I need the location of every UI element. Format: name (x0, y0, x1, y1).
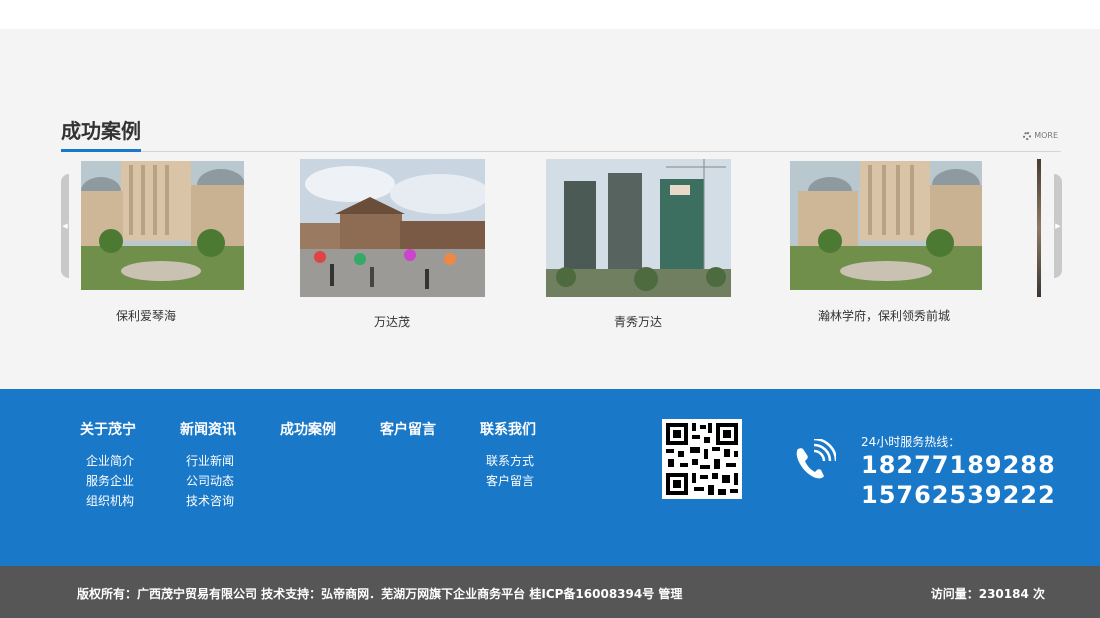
case-image-4 (790, 161, 982, 290)
copyright-text: 版权所有：广西茂宁贸易有限公司 技术支持：弘帝商网．芜湖万网旗下企业商务平台 桂… (77, 587, 683, 601)
case-caption-1: 保利爱琴海 (116, 309, 177, 323)
phone-icon (796, 439, 836, 479)
case-image-partial (1037, 159, 1041, 297)
footer-nav-news: 新闻资讯 行业新闻 公司动态 技术咨询 (180, 419, 236, 511)
case-image-1 (81, 161, 244, 290)
title-accent-bar (61, 149, 141, 152)
case-item-2[interactable] (300, 159, 485, 297)
footer: 关于茂宁 企业简介 服务企业 组织机构 新闻资讯 行业新闻 公司动态 技术咨询 … (0, 389, 1100, 566)
chevron-right-icon: ▶ (1055, 222, 1061, 230)
footer-nav-heading[interactable]: 成功案例 (280, 419, 336, 439)
case-image-2 (300, 159, 485, 297)
carousel-next-button[interactable]: ▶ (1054, 174, 1062, 278)
footer-nav-cases: 成功案例 (280, 419, 336, 451)
more-label: MORE (1034, 131, 1058, 140)
footer-nav-heading[interactable]: 关于茂宁 (80, 419, 136, 439)
footer-link[interactable]: 行业新闻 (186, 451, 236, 471)
carousel-prev-button[interactable]: ◀ (61, 174, 69, 278)
copyright-bar: 版权所有：广西茂宁贸易有限公司 技术支持：弘帝商网．芜湖万网旗下企业商务平台 桂… (0, 566, 1100, 618)
footer-link[interactable]: 公司动态 (186, 471, 236, 491)
section-title: 成功案例 (61, 119, 141, 143)
hotline-label: 24小时服务热线： (861, 435, 961, 449)
case-item-1[interactable] (81, 161, 244, 290)
footer-nav-about: 关于茂宁 企业简介 服务企业 组织机构 (80, 419, 136, 511)
footer-link[interactable]: 服务企业 (86, 471, 136, 491)
more-link[interactable]: MORE (1023, 131, 1058, 140)
case-image-3 (546, 159, 731, 297)
gear-icon (1023, 131, 1032, 140)
case-caption-3: 青秀万达 (614, 315, 663, 329)
visit-counter: 访问量：230184 次 (930, 587, 1045, 601)
title-divider (61, 151, 1061, 152)
footer-link[interactable]: 客户留言 (486, 471, 536, 491)
case-caption-4: 瀚林学府，保利领秀前城 (818, 309, 951, 323)
footer-nav-heading[interactable]: 客户留言 (380, 419, 436, 439)
chevron-left-icon: ◀ (62, 222, 68, 230)
hotline-number-1[interactable]: 18277189288 (861, 451, 1056, 479)
footer-link[interactable]: 组织机构 (86, 491, 136, 511)
footer-nav-contact: 联系我们 联系方式 客户留言 (480, 419, 536, 491)
case-item-4[interactable] (790, 161, 982, 290)
footer-link[interactable]: 技术咨询 (186, 491, 236, 511)
case-item-3[interactable] (546, 159, 731, 297)
top-bar (0, 0, 1100, 29)
footer-nav-messages: 客户留言 (380, 419, 436, 451)
success-cases-section: 成功案例 MORE ◀ ▶ 保利爱琴海 万达茂 青秀万达 瀚林学府，保利领秀前城 (0, 29, 1100, 389)
case-caption-2: 万达茂 (374, 315, 411, 329)
footer-link[interactable]: 企业简介 (86, 451, 136, 471)
hotline-number-2[interactable]: 15762539222 (861, 481, 1056, 509)
footer-link[interactable]: 联系方式 (486, 451, 536, 471)
footer-nav-heading[interactable]: 联系我们 (480, 419, 536, 439)
qr-code (662, 419, 742, 499)
footer-nav-heading[interactable]: 新闻资讯 (180, 419, 236, 439)
